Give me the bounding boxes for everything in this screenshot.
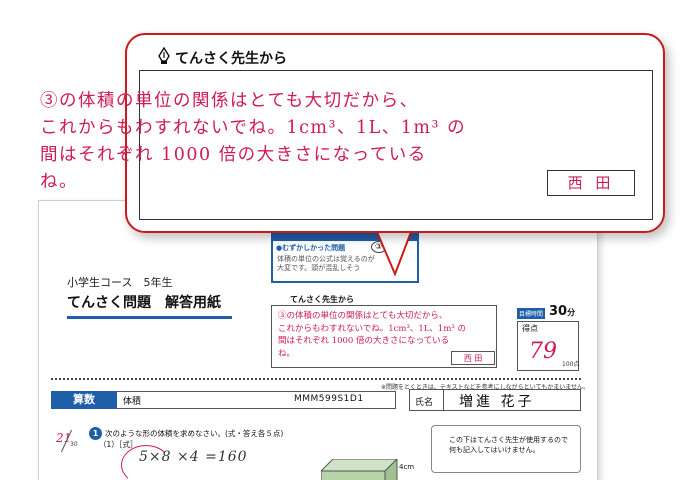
comment-line-3: 間はそれぞれ 1000 倍の大きさになっている — [40, 145, 427, 165]
handwritten-answer: 5×8 ×4 =160 — [139, 449, 248, 465]
name-divider — [443, 389, 444, 411]
question-score-denominator: 30 — [70, 441, 78, 448]
mini-comment-title: てんさく先生から — [290, 295, 354, 304]
name-label: 氏名 — [415, 398, 434, 408]
target-time-badge: 目標時間 — [517, 308, 546, 319]
cuboid-figure — [321, 459, 398, 480]
target-time-value: 30分 — [549, 304, 575, 319]
score-label: 得点 — [522, 324, 538, 333]
comment-title: てんさく先生から — [175, 51, 287, 67]
course-label: 小学生コース 5年生 — [67, 276, 173, 289]
subject-tag: 算数 — [51, 391, 117, 409]
sheet-title: てんさく問題 解答用紙 — [67, 295, 221, 311]
screenshot-stage: 小学生コース 5年生 てんさく問題 解答用紙 ●むずかしかった問題 体積の単位の… — [0, 0, 700, 480]
title-underline — [67, 316, 232, 319]
target-time-unit: 分 — [567, 308, 576, 317]
target-time-number: 30 — [549, 304, 568, 319]
name-value: 増進 花子 — [459, 394, 535, 410]
pen-nib-icon — [158, 47, 170, 64]
teacher-stamp: 西 田 — [547, 170, 635, 196]
question-text: 次のような形の体積を求めなさい。(式・答え各５点) — [105, 429, 284, 438]
comment-line-1: ③の体積の単位の関係はとても大切だから、 — [40, 91, 419, 111]
cuboid-dimension: 4cm — [399, 463, 415, 471]
mini-teacher-stamp: 西 田 — [451, 351, 495, 365]
cut-line — [51, 378, 581, 380]
comment-line-2: これからもわすれないでね。1cm³、1L、1m³ の — [40, 118, 467, 138]
score-value: 79 — [529, 339, 557, 364]
mini-comment-line-1: ③の体積の単位の関係はとても大切だから、 — [278, 311, 448, 321]
subject-topic: 体積 — [123, 397, 142, 407]
score-denominator: 100点 — [562, 361, 580, 368]
mini-comment-line-3: 間はそれぞれ 1000 倍の大きさになっている — [278, 336, 450, 346]
bubble-tail — [377, 232, 412, 276]
teacher-only-note: この下はてんさく先生が使用するので何も記入してはいけません。 — [449, 436, 568, 454]
mini-comment-line-2: これからもわすれないでね。1cm³、1L、1m³ の — [278, 323, 467, 334]
answer-sheet: 小学生コース 5年生 てんさく問題 解答用紙 ●むずかしかった問題 体積の単位の… — [38, 200, 598, 480]
subject-code: MMM599S1D1 — [294, 394, 364, 404]
